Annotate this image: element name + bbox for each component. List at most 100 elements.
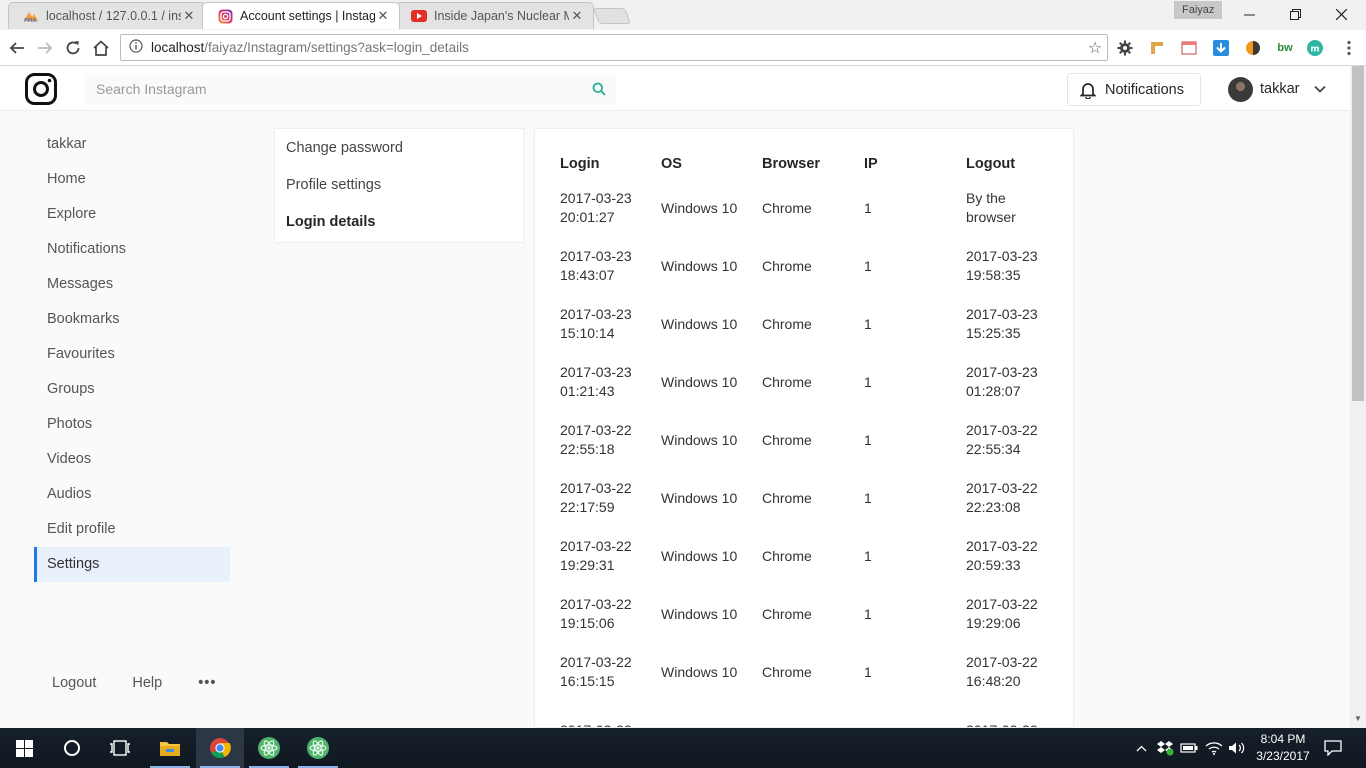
login-time: 01:21:43 (560, 383, 615, 399)
logout-link[interactable]: Logout (52, 675, 96, 691)
sidebar-item-settings[interactable]: Settings (34, 547, 230, 582)
sidebar-item-explore[interactable]: Explore (34, 197, 230, 232)
instagram-icon (217, 8, 233, 24)
file-explorer-icon[interactable] (146, 728, 194, 768)
sidebar-footer: Logout Help ••• (52, 675, 252, 691)
reload-icon[interactable] (60, 35, 86, 61)
cell-ip: 1 (864, 315, 872, 332)
cell-os (661, 701, 762, 727)
bookmark-star-icon[interactable]: ☆ (1083, 38, 1107, 58)
close-tab-icon[interactable]: ✕ (181, 8, 197, 24)
cell-browser: Chrome (762, 257, 812, 274)
cell-browser: Chrome (762, 373, 812, 390)
minimize-icon[interactable] (1226, 0, 1272, 28)
user-menu[interactable]: takkar (1228, 76, 1326, 102)
download-extension-icon[interactable] (1212, 39, 1230, 57)
task-view-icon[interactable] (96, 728, 144, 768)
instagram-logo-icon[interactable] (24, 72, 58, 106)
wifi-icon[interactable] (1202, 728, 1226, 768)
cell-browser: Chrome (762, 547, 812, 564)
sidebar-item-home[interactable]: Home (34, 162, 230, 197)
cell-browser (762, 701, 864, 727)
restore-icon[interactable] (1272, 0, 1318, 28)
sidebar-item-edit-profile[interactable]: Edit profile (34, 512, 230, 547)
new-tab-button[interactable] (593, 8, 631, 24)
login-time: 15:10:14 (560, 325, 615, 341)
cell-ip: 1 (864, 257, 872, 274)
url-text[interactable]: localhost/faiyaz/Instagram/settings?ask=… (151, 40, 1083, 55)
browser-profile-badge[interactable]: Faiyaz (1174, 1, 1223, 19)
svg-text:m: m (1310, 45, 1319, 55)
logout-line-2: 20:59:33 (966, 557, 1021, 573)
address-bar[interactable]: localhost/faiyaz/Instagram/settings?ask=… (120, 34, 1108, 61)
cell-ip: 1 (864, 489, 872, 506)
tab-account-settings[interactable]: Account settings | Instagr ✕ (202, 2, 400, 29)
orange-extension-icon[interactable] (1244, 39, 1262, 57)
bw-extension-icon[interactable]: bw (1276, 39, 1294, 57)
system-clock[interactable]: 8:04 PM 3/23/2017 (1252, 731, 1314, 765)
sidebar-item-groups[interactable]: Groups (34, 372, 230, 407)
close-tab-icon[interactable]: ✕ (569, 8, 585, 24)
sidebar-item-videos[interactable]: Videos (34, 442, 230, 477)
home-icon[interactable] (88, 35, 114, 61)
show-hidden-icons-chevron-icon[interactable] (1132, 728, 1150, 768)
logout-line-1: 2017-03-23 (966, 364, 1038, 380)
window-extension-icon[interactable] (1180, 39, 1198, 57)
atom-editor-second-icon[interactable] (294, 728, 342, 768)
volume-icon[interactable] (1226, 728, 1248, 768)
chrome-menu-icon[interactable] (1340, 39, 1358, 57)
atom-editor-icon[interactable] (245, 728, 293, 768)
logout-line-2: 19:58:35 (966, 267, 1021, 283)
windows-start-icon[interactable] (0, 728, 48, 768)
login-date: 2017-03-23 (560, 248, 632, 264)
back-arrow-icon[interactable] (4, 35, 30, 61)
table-row: 2017-03-22 22:55:18 Windows 10 Chrome 1 2017-… (560, 411, 1066, 469)
cell-ip: 1 (864, 547, 872, 564)
scrollbar-thumb[interactable] (1352, 66, 1364, 401)
chrome-taskbar-icon[interactable] (196, 728, 244, 768)
sidebar-item-messages[interactable]: Messages (34, 267, 230, 302)
sidebar-item-favourites[interactable]: Favourites (34, 337, 230, 372)
table-row: 2017-03-23 18:43:07 Windows 10 Chrome 1 2017-… (560, 237, 1066, 295)
cortana-icon[interactable] (48, 728, 96, 768)
login-details-card: Login OS Browser IP Logout 2017-03-23 20:… (534, 128, 1074, 728)
sidebar: takkar Home Explore Notifications Messag… (34, 127, 230, 582)
scroll-down-arrow-icon[interactable]: ▼ (1354, 714, 1362, 723)
sidebar-item-bookmarks[interactable]: Bookmarks (34, 302, 230, 337)
forward-arrow-icon[interactable] (32, 35, 58, 61)
tab-youtube[interactable]: Inside Japan's Nuclear M ✕ (396, 2, 594, 29)
tab-phpmyadmin[interactable]: PMA localhost / 127.0.0.1 / ins ✕ (8, 2, 206, 29)
cell-os: Windows 10 (661, 605, 738, 622)
table-row: 2017-03-23 15:10:14 Windows 10 Chrome 1 2017-… (560, 295, 1066, 353)
cell-login: 2017-03-23 15:10:14 (560, 295, 661, 353)
sidebar-item-profile[interactable]: takkar (34, 127, 230, 162)
settings-change-password[interactable]: Change password (275, 130, 523, 167)
ruler-extension-icon[interactable] (1148, 39, 1166, 57)
close-window-icon[interactable] (1318, 0, 1364, 28)
sidebar-item-photos[interactable]: Photos (34, 407, 230, 442)
clock-time: 8:04 PM (1260, 732, 1306, 746)
settings-profile-settings[interactable]: Profile settings (275, 167, 523, 204)
dropbox-icon[interactable] (1154, 728, 1176, 768)
battery-icon[interactable] (1178, 728, 1200, 768)
login-time: 19:29:31 (560, 557, 615, 573)
search-input[interactable] (96, 81, 582, 97)
close-tab-icon[interactable]: ✕ (375, 8, 391, 24)
info-icon[interactable] (129, 39, 143, 56)
notifications-button[interactable]: Notifications (1067, 73, 1201, 106)
table-row: 2017-03-23 20:01:27 Windows 10 Chrome 1 By th… (560, 179, 1066, 237)
sidebar-item-notifications[interactable]: Notifications (34, 232, 230, 267)
header-username: takkar (1260, 81, 1300, 97)
settings-login-details[interactable]: Login details (275, 204, 523, 241)
clock-date: 3/23/2017 (1256, 749, 1310, 763)
search-icon[interactable] (582, 82, 616, 96)
mercury-extension-icon[interactable]: m (1306, 39, 1324, 57)
page-scrollbar[interactable]: ▼ (1350, 66, 1366, 728)
help-link[interactable]: Help (132, 675, 162, 691)
action-center-icon[interactable] (1320, 728, 1346, 768)
logout-line-1: 2017-03-22 (966, 654, 1038, 670)
login-details-table: Login OS Browser IP Logout 2017-03-23 20:… (560, 149, 1066, 727)
sidebar-item-audios[interactable]: Audios (34, 477, 230, 512)
more-options-icon[interactable]: ••• (198, 675, 216, 691)
settings-gear-extension-icon[interactable] (1116, 39, 1134, 57)
